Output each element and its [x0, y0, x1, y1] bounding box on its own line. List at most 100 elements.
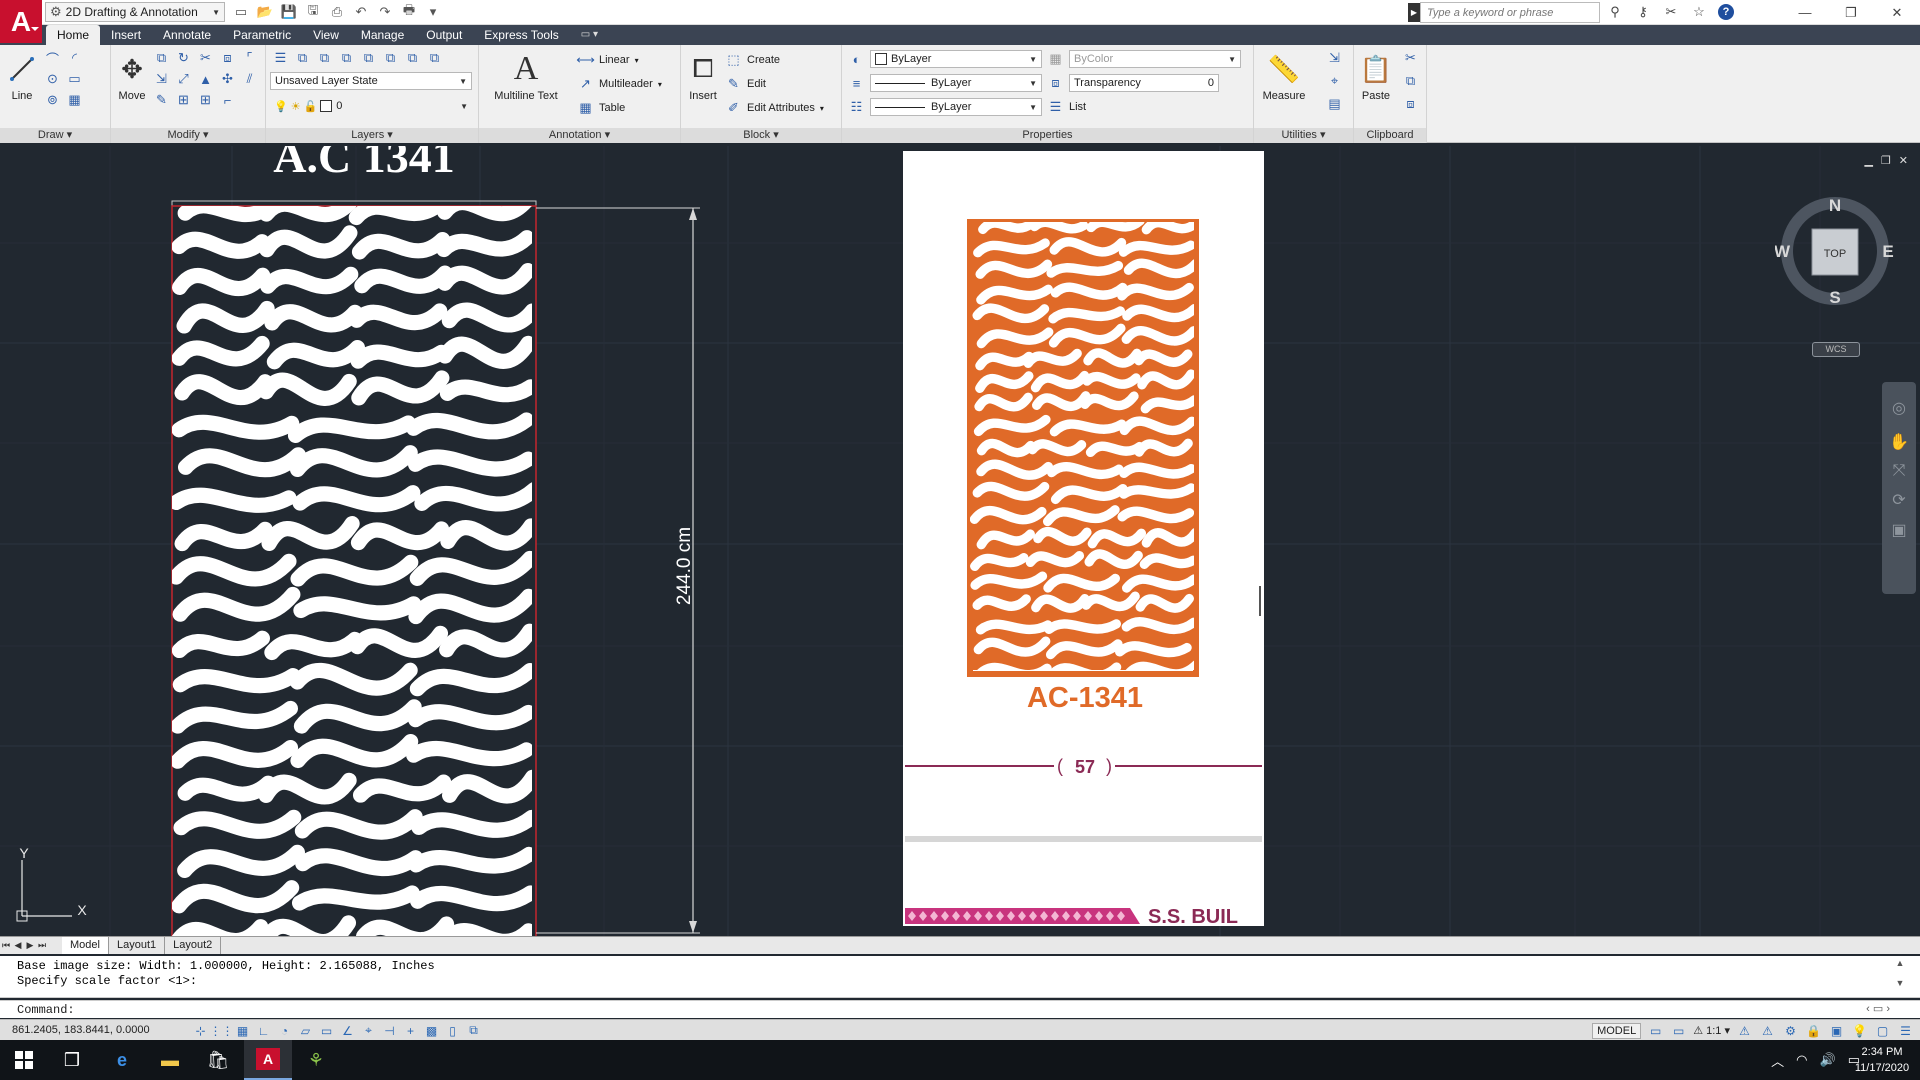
object-snap-tracking-icon[interactable]: ▭	[318, 1022, 335, 1039]
color-dropdown[interactable]: ByLayer ▼	[870, 50, 1042, 68]
open-icon[interactable]: 📂	[256, 3, 274, 21]
trim-icon[interactable]: ✂	[197, 50, 214, 67]
quick-view-layouts-icon[interactable]: ▭	[1647, 1022, 1664, 1039]
tab-layout1[interactable]: Layout1	[109, 937, 166, 954]
grid-display-icon[interactable]: ▦	[234, 1022, 251, 1039]
quick-select-icon[interactable]: ⇲	[1326, 49, 1343, 66]
line-button[interactable]: Line	[4, 50, 40, 102]
multileader-button[interactable]: ↗ Multileader ▾	[577, 74, 662, 94]
dynamic-ucs-icon[interactable]: ∠	[339, 1022, 356, 1039]
transparency-toggle-icon[interactable]: ▩	[423, 1022, 440, 1039]
layer-match-icon[interactable]: ⧉	[316, 50, 333, 67]
compass-north[interactable]: N	[1829, 196, 1841, 215]
help-icon[interactable]: ?	[1718, 4, 1734, 20]
lineweight-icon[interactable]: ≡	[848, 75, 865, 92]
key-icon[interactable]: ⚷	[1634, 3, 1652, 21]
linetype-icon[interactable]: ☷	[848, 99, 865, 116]
first-layout-icon[interactable]: ⏮	[0, 940, 12, 951]
isolate-objects-icon[interactable]: 💡	[1851, 1022, 1868, 1039]
table-button[interactable]: ▦ Table	[577, 98, 625, 118]
coordinate-readout[interactable]: 861.2405, 183.8441, 0.0000	[12, 1024, 150, 1036]
layer-dropdown[interactable]: 💡 ☀ 🔓 0 ▼	[270, 97, 472, 115]
compass-south[interactable]: S	[1829, 288, 1840, 307]
join-icon[interactable]: ⊞	[175, 92, 192, 109]
copy-clip-icon[interactable]: ⧉	[1402, 72, 1419, 89]
compass-west[interactable]: W	[1775, 242, 1791, 261]
rotate-icon[interactable]: ↻	[175, 50, 192, 67]
circle-icon[interactable]: ⊙	[44, 71, 61, 88]
utilities-panel-title[interactable]: Utilities ▾	[1254, 128, 1353, 143]
layer-prev-icon[interactable]: ⧉	[338, 50, 355, 67]
annotation-panel-title[interactable]: Annotation ▾	[479, 128, 680, 143]
tab-annotate[interactable]: Annotate	[152, 25, 222, 45]
app-taskbar-icon[interactable]: ⚘	[292, 1040, 340, 1080]
ellipse-icon[interactable]: ⊚	[44, 92, 61, 109]
customize-qat-icon[interactable]: ▾	[424, 3, 442, 21]
viewport-restore-icon[interactable]: ❐	[1881, 154, 1891, 167]
next-layout-icon[interactable]: ▶	[24, 940, 36, 951]
wcs-menu[interactable]: WCS	[1812, 342, 1860, 357]
autocad-taskbar-icon[interactable]: A	[244, 1040, 292, 1080]
close-icon[interactable]: ✕	[1874, 0, 1920, 25]
hatch-icon[interactable]: ▦	[66, 92, 83, 109]
point-style-icon[interactable]: ⌖	[1326, 72, 1343, 89]
undo-icon[interactable]: ↶	[352, 3, 370, 21]
isodraft-icon[interactable]: ▱	[297, 1022, 314, 1039]
workspace-switch-icon[interactable]: ⚙	[1782, 1022, 1799, 1039]
clean-screen-icon[interactable]: ▢	[1874, 1022, 1891, 1039]
arc-icon[interactable]: ◜	[66, 50, 83, 67]
calculator-icon[interactable]: ▤	[1326, 95, 1343, 112]
copy-link-icon[interactable]: ⧈	[1402, 95, 1419, 112]
auto-scale-icon[interactable]: ⚠	[1759, 1022, 1776, 1039]
task-view-icon[interactable]: ❒	[48, 1040, 96, 1080]
lock-ui-icon[interactable]: 🔒	[1805, 1022, 1822, 1039]
workspace-switcher[interactable]: ⚙ 2D Drafting & Annotation ▼	[45, 2, 225, 22]
windows-start-icon[interactable]	[0, 1040, 48, 1080]
chamfer-icon[interactable]: ⌐	[219, 92, 236, 109]
pan-icon[interactable]: ✋	[1882, 432, 1916, 452]
tab-insert[interactable]: Insert	[100, 25, 152, 45]
drawing-canvas[interactable]: A.C 1341 244.0 cm AC-1341 ( 57 ) S.S. BU…	[0, 146, 1920, 936]
copy-icon[interactable]: ⧉	[153, 50, 170, 67]
create-block-button[interactable]: ⬚ Create	[725, 50, 780, 70]
showmotion-icon[interactable]: ▣	[1882, 520, 1916, 540]
hardware-acceleration-icon[interactable]: ▣	[1828, 1022, 1845, 1039]
orbit-icon[interactable]: ⟳	[1882, 490, 1916, 510]
new-icon[interactable]: ▭	[232, 3, 250, 21]
viewport-close-icon[interactable]: ✕	[1899, 154, 1908, 167]
redo-icon[interactable]: ↷	[376, 3, 394, 21]
tab-home[interactable]: Home	[46, 25, 101, 45]
layer-walk-icon[interactable]: ⧉	[404, 50, 421, 67]
steering-wheel-icon[interactable]: ◎	[1882, 398, 1916, 418]
layer-state-icon[interactable]: ⧉	[426, 50, 443, 67]
ortho-mode-icon[interactable]: ∟	[255, 1022, 272, 1039]
tab-output[interactable]: Output	[415, 25, 473, 45]
edit-attributes-button[interactable]: ✐ Edit Attributes ▾	[725, 98, 824, 118]
move-button[interactable]: ✥ Move	[115, 50, 149, 103]
zebra-pattern[interactable]	[172, 199, 535, 936]
layers-panel-title[interactable]: Layers ▾	[266, 128, 478, 143]
panel-title[interactable]: A.C 1341	[273, 146, 454, 182]
dynamic-input-icon[interactable]: ⊣	[381, 1022, 398, 1039]
layer-icon[interactable]: ⧉	[294, 50, 311, 67]
tab-model[interactable]: Model	[62, 937, 109, 954]
height-dimension[interactable]: 244.0 cm	[536, 207, 700, 934]
measure-button[interactable]: 📏 Measure	[1262, 50, 1306, 103]
layer-iso-icon[interactable]: ⧉	[360, 50, 377, 67]
command-scroll-arrows[interactable]: ‹ ▭ ›	[1866, 1002, 1890, 1015]
command-scrollbar[interactable]: ▲ ▼	[1890, 958, 1910, 998]
cut-icon[interactable]: ✂	[1402, 49, 1419, 66]
paste-button[interactable]: 📋 Paste	[1358, 50, 1394, 103]
minimize-icon[interactable]: —	[1782, 0, 1828, 25]
rectangle-icon[interactable]: ▭	[66, 71, 83, 88]
search-input[interactable]: Type a keyword or phrase	[1420, 2, 1600, 23]
model-space-toggle[interactable]: MODEL	[1592, 1022, 1642, 1039]
draw-panel-title[interactable]: Draw ▾	[0, 128, 110, 143]
store-icon[interactable]: 🛍	[194, 1040, 242, 1080]
fillet-icon[interactable]: ⌜	[241, 50, 258, 67]
scale-icon[interactable]: ⤢	[175, 71, 192, 88]
erase-icon[interactable]: ✎	[153, 92, 170, 109]
catalog-image[interactable]: AC-1341 ( 57 ) S.S. BUIL	[903, 151, 1264, 928]
zoom-extents-icon[interactable]: ⤧	[1882, 462, 1916, 480]
modify-panel-title[interactable]: Modify ▾	[111, 128, 265, 143]
